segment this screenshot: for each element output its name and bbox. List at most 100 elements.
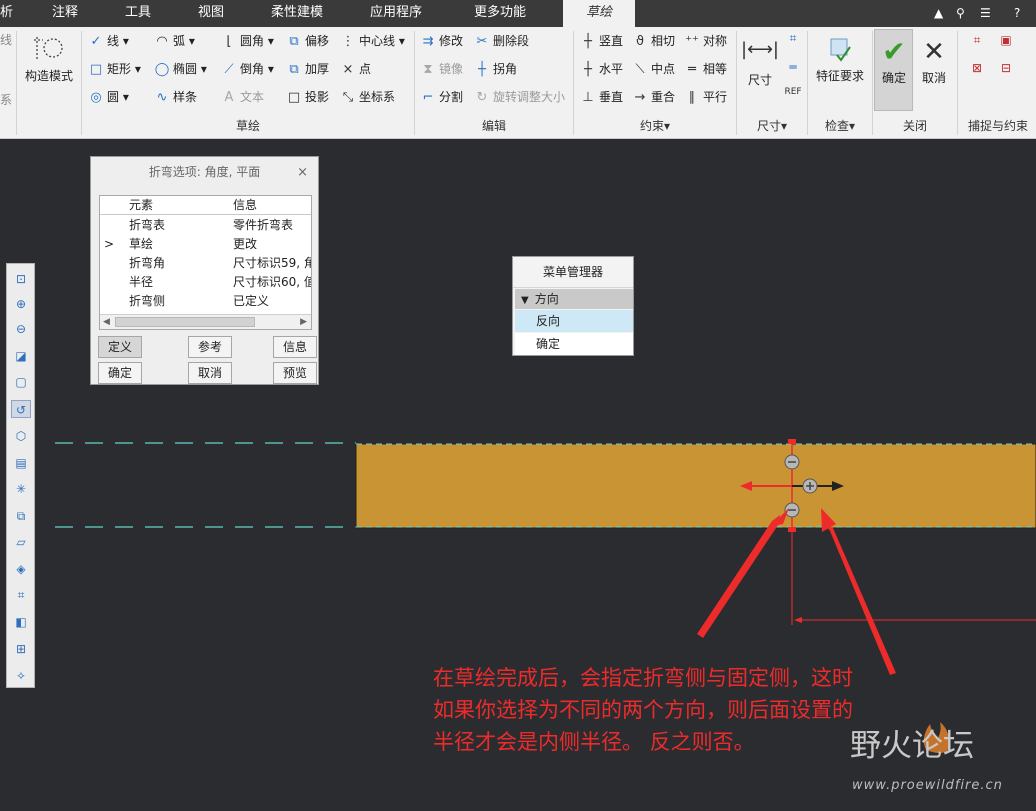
- ok-button[interactable]: 确定: [98, 362, 142, 384]
- tab-applications[interactable]: 应用程序: [370, 0, 422, 27]
- inspect-group-label[interactable]: 检查▾: [808, 117, 872, 135]
- horizontal-label: 水平: [599, 62, 624, 76]
- dimension-button[interactable]: |⟷| 尺寸: [741, 35, 779, 88]
- table-row[interactable]: > 草绘 更改: [100, 235, 311, 254]
- constrain-group-label[interactable]: 约束▾: [574, 117, 736, 135]
- perimeter-dimension-icon[interactable]: ⌗: [783, 31, 803, 49]
- datum-display-icon[interactable]: ✳: [11, 480, 31, 498]
- reference-dimension-icon[interactable]: REF: [783, 87, 803, 105]
- symmetric-constraint[interactable]: ⁺⁺ 对称: [684, 31, 727, 51]
- corner-tool[interactable]: ┼ 拐角: [474, 59, 517, 79]
- sheet-metal-part[interactable]: [355, 443, 1036, 529]
- rotate-resize-tool[interactable]: ↻ 旋转调整大小: [474, 87, 565, 107]
- tab-view[interactable]: 视图: [198, 0, 224, 27]
- tab-flexible-modeling[interactable]: 柔性建模: [271, 0, 323, 27]
- define-button[interactable]: 定义: [98, 336, 142, 358]
- tab-sketch[interactable]: 草绘: [563, 0, 635, 27]
- dimension-group-label[interactable]: 尺寸▾: [737, 117, 807, 135]
- sketch-view-icon[interactable]: ↺: [11, 400, 31, 418]
- divide-tool[interactable]: ⌐ 分割: [420, 87, 463, 107]
- table-row[interactable]: 折弯表 零件折弯表: [100, 216, 311, 235]
- ribbon: 线 系 构造模式 ✓ 线 ▾ ◠ 弧 ▾ ⌊ 圆角 ▾ ⧉ 偏移 ⋮ 中心线 ▾ □ 矩形 …: [0, 27, 1036, 139]
- point-tool[interactable]: × 点: [340, 59, 371, 79]
- perspective-view-icon[interactable]: ◧: [11, 613, 31, 631]
- spline-tool[interactable]: ∿ 样条: [154, 87, 197, 107]
- table-row[interactable]: 半径 尺寸标识60, 值: [100, 273, 311, 292]
- tab-tools[interactable]: 工具: [125, 0, 151, 27]
- chamfer-tool[interactable]: ⟋ 倒角 ▾: [221, 59, 273, 79]
- modify-tool[interactable]: ⇉ 修改: [420, 31, 463, 51]
- perpendicular-constraint[interactable]: ⊥ 垂直: [580, 87, 623, 107]
- cancel-button[interactable]: 取消: [188, 362, 232, 384]
- display-style-icon[interactable]: ⬡: [11, 427, 31, 445]
- menu-item-done[interactable]: 确定: [515, 333, 633, 355]
- snap-grid-icon[interactable]: ⌗: [968, 33, 986, 51]
- project-tool[interactable]: □ 投影: [286, 87, 329, 107]
- rectangle-tool[interactable]: □ 矩形 ▾: [88, 59, 141, 79]
- saved-orientation-icon[interactable]: ▢: [11, 373, 31, 391]
- circle-tool[interactable]: ◎ 圆 ▾: [88, 87, 129, 107]
- refit-icon[interactable]: ⊡: [11, 270, 31, 288]
- csys-tool[interactable]: ⤡ 坐标系: [340, 87, 395, 107]
- snap-vertex-icon[interactable]: ▣: [997, 33, 1015, 51]
- snap-edge-icon[interactable]: ⊠: [968, 61, 986, 79]
- close-icon[interactable]: ×: [297, 157, 308, 188]
- vertical-constraint[interactable]: ┼ 竖直: [580, 31, 623, 51]
- coincident-icon: →: [634, 90, 646, 105]
- repaint-icon[interactable]: ◪: [11, 347, 31, 365]
- line-tool[interactable]: ✓ 线 ▾: [88, 31, 129, 51]
- point-label: 点: [359, 62, 372, 76]
- scrollbar-thumb[interactable]: [115, 317, 255, 327]
- chamfer-icon: ⟋: [224, 62, 234, 77]
- reference-button[interactable]: 参考: [188, 336, 232, 358]
- tab-annotate[interactable]: 注释: [52, 0, 78, 27]
- shaded-display-icon[interactable]: ◈: [11, 560, 31, 578]
- search-icon[interactable]: ⚲: [956, 0, 965, 27]
- construct-mode-button[interactable]: 构造模式: [22, 33, 76, 84]
- table-row[interactable]: 折弯侧 已定义: [100, 292, 311, 311]
- arc-tool[interactable]: ◠ 弧 ▾: [154, 31, 195, 51]
- equal-constraint[interactable]: ═ 相等: [684, 59, 727, 79]
- ok-button[interactable]: ✔ 确定: [875, 35, 913, 86]
- offset-tool[interactable]: ⧉ 偏移: [286, 31, 329, 51]
- info-button[interactable]: 信息: [273, 336, 317, 358]
- delete-segment-tool[interactable]: ✂ 删除段: [474, 31, 529, 51]
- feature-requirements-button[interactable]: 特征要求: [812, 33, 868, 84]
- fillet-tool[interactable]: ⌊ 圆角 ▾: [221, 31, 273, 51]
- tangent-constraint[interactable]: ϑ 相切: [632, 31, 675, 51]
- dimension-display-icon[interactable]: ⊞: [11, 640, 31, 658]
- menu-item-flip[interactable]: 反向: [515, 310, 633, 332]
- zoom-out-icon[interactable]: ⊖: [11, 320, 31, 338]
- ellipse-tool[interactable]: ◯ 椭圆 ▾: [154, 59, 207, 79]
- sketcher-display-icon[interactable]: ⌗: [11, 586, 31, 604]
- text-tool[interactable]: A 文本: [221, 87, 264, 107]
- scroll-left-icon[interactable]: ◀: [103, 315, 110, 329]
- spin-center-icon[interactable]: ▱: [11, 533, 31, 551]
- cancel-button[interactable]: ✕ 取消: [915, 35, 953, 86]
- scroll-right-icon[interactable]: ▶: [300, 315, 307, 329]
- midpoint-constraint[interactable]: ⟍ 中点: [632, 59, 675, 79]
- cut-off-label-top: 线: [0, 33, 13, 47]
- coincident-constraint[interactable]: → 重合: [632, 87, 675, 107]
- direction-section-header[interactable]: ▼ 方向: [515, 289, 633, 309]
- centerline-tool[interactable]: ⋮ 中心线 ▾: [340, 31, 405, 51]
- horizontal-constraint[interactable]: ┼ 水平: [580, 59, 623, 79]
- constraint-display-icon[interactable]: ⟡: [11, 666, 31, 684]
- annotation-text: 在草绘完成后，会指定折弯侧与固定侧，这时如果你选择为不同的两个方向，则后面设置的…: [433, 666, 853, 754]
- thicken-tool[interactable]: ⧉ 加厚: [286, 59, 329, 79]
- zoom-in-icon[interactable]: ⊕: [11, 295, 31, 313]
- parallel-constraint[interactable]: ∥ 平行: [684, 87, 727, 107]
- preview-button[interactable]: 预览: [273, 362, 317, 384]
- table-row[interactable]: 折弯角 尺寸标识59, 角: [100, 254, 311, 273]
- settings-icon[interactable]: ☰: [980, 0, 991, 27]
- minimize-ribbon-icon[interactable]: ▲: [934, 0, 943, 27]
- annotation-display-icon[interactable]: ⧉: [11, 507, 31, 525]
- view-manager-icon[interactable]: ▤: [11, 454, 31, 472]
- help-icon[interactable]: ?: [1014, 0, 1020, 27]
- snap-lock-icon[interactable]: ⊟: [997, 61, 1015, 79]
- horizontal-scrollbar[interactable]: ◀ ▶: [100, 314, 311, 329]
- tab-more-functions[interactable]: 更多功能: [474, 0, 526, 27]
- tab-analysis[interactable]: 析: [0, 0, 13, 27]
- mirror-tool[interactable]: ⧗ 镜像: [420, 59, 463, 79]
- baseline-dimension-icon[interactable]: ═: [783, 60, 803, 78]
